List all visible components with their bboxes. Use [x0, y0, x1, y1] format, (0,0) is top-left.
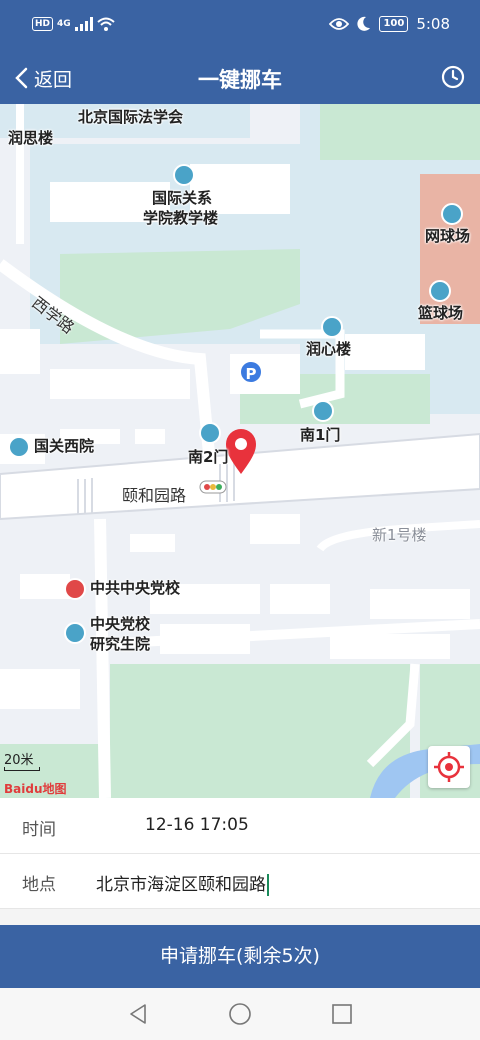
place-input[interactable]: 北京市海淀区颐和园路 [96, 870, 269, 896]
tennis-icon [441, 203, 463, 225]
star-icon [64, 578, 86, 600]
place-row[interactable]: 地点 北京市海淀区颐和园路 [0, 854, 480, 909]
clock: 5:08 [416, 15, 450, 33]
hd-indicator: HD [32, 17, 54, 31]
nav-recents-icon[interactable] [330, 1002, 354, 1026]
poi-intl-relations-line2[interactable]: 学院教学楼 [143, 208, 218, 228]
status-bar: HD 4G 100 5:08 [0, 0, 480, 52]
building-icon [321, 316, 343, 338]
eye-icon [329, 18, 350, 30]
text-caret [267, 874, 269, 896]
crosshair-icon [434, 752, 464, 782]
building-icon [173, 164, 195, 186]
poi-new-building-1[interactable]: 新1号楼 [372, 525, 427, 545]
spacer [0, 909, 480, 925]
road-label-yihe: 颐和园路 [122, 486, 187, 505]
wifi-icon [97, 17, 115, 31]
status-left: HD 4G [32, 17, 115, 31]
scale-label: 20米 [4, 753, 34, 768]
poi-grad-school-line2[interactable]: 研究生院 [90, 634, 150, 654]
apply-move-car-button[interactable]: 申请挪车(剩余5次) [0, 925, 480, 988]
parking-icon[interactable]: P [239, 360, 263, 384]
scale-bar [4, 767, 40, 771]
gate-icon [312, 400, 334, 422]
poi-grad-school-line1[interactable]: 中央党校 [90, 614, 150, 634]
locate-button[interactable] [428, 746, 470, 788]
poi-law-society[interactable]: 北京国际法学会 [78, 107, 183, 127]
moon-icon [357, 16, 371, 31]
nav-bar: 返回 一键挪车 [0, 52, 480, 104]
poi-south-gate-2[interactable]: 南2门 [188, 447, 228, 467]
network-type: 4G [57, 19, 71, 29]
battery-indicator: 100 [379, 16, 409, 32]
place-value: 北京市海淀区颐和园路 [96, 875, 266, 895]
basketball-icon [429, 280, 451, 302]
time-value: 12-16 17:05 [145, 815, 249, 835]
nav-back-icon[interactable] [126, 1002, 150, 1026]
time-label: 时间 [22, 820, 56, 840]
time-row: 时间 12-16 17:05 [0, 799, 480, 854]
map-view[interactable]: 北京国际法学会 润思楼 国际关系 学院教学楼 网球场 篮球场 润心楼 P 南1门… [0, 104, 480, 798]
school-icon [8, 436, 30, 458]
traffic-light-icon [199, 480, 227, 494]
poi-runxin[interactable]: 润心楼 [306, 339, 351, 359]
baidu-logo: Baidu地图 [4, 782, 67, 796]
gate-icon [199, 422, 221, 444]
signal-icon [74, 17, 93, 31]
poi-runsi[interactable]: 润思楼 [8, 128, 53, 148]
poi-guoguan-west[interactable]: 国关西院 [34, 436, 94, 456]
page-title: 一键挪车 [198, 68, 282, 92]
poi-intl-relations-line1[interactable]: 国际关系 [152, 188, 212, 208]
poi-tennis[interactable]: 网球场 [425, 226, 470, 246]
clock-history-icon[interactable] [438, 62, 468, 92]
system-nav-bar [0, 988, 480, 1040]
status-right: 100 5:08 [329, 15, 450, 33]
place-label: 地点 [22, 875, 56, 895]
nav-home-icon[interactable] [228, 1002, 252, 1026]
poi-basketball[interactable]: 篮球场 [418, 303, 463, 323]
poi-south-gate-1[interactable]: 南1门 [300, 425, 340, 445]
building-icon [64, 622, 86, 644]
poi-party-school[interactable]: 中共中央党校 [90, 578, 180, 598]
